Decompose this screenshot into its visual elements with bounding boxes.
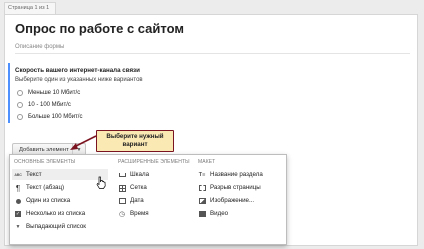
hint-callout: Выберите нужный вариант: [96, 130, 174, 152]
menu-item-label: Один из списка: [26, 197, 71, 204]
callout-arrow: [70, 135, 97, 150]
menu-item-text[interactable]: ABC Текст: [12, 169, 108, 180]
menu-item-time[interactable]: ◷ Время: [116, 208, 192, 219]
page-indicator-tab: Страница 1 из 1: [4, 2, 56, 14]
menu-item-grid[interactable]: Сетка: [116, 182, 192, 193]
text-abc-icon: ABC: [14, 173, 22, 177]
callout-line-1: Выберите нужный: [106, 133, 164, 140]
menu-item-label: Выпадающий список: [26, 223, 86, 230]
question-focus-bar: [8, 63, 10, 123]
menu-item-paragraph[interactable]: ¶ Текст (абзац): [12, 182, 108, 193]
menu-item-page-break[interactable]: Разрыв страницы: [196, 182, 284, 193]
menu-item-label: Изображение...: [210, 197, 255, 204]
divider: [15, 53, 410, 54]
menu-item-label: Дата: [130, 197, 144, 204]
form-description-field[interactable]: Описание формы: [15, 44, 64, 50]
radio-option[interactable]: Больше 100 Мбит/с: [17, 112, 82, 121]
checkbox-icon: ✓: [15, 211, 21, 217]
radio-button-icon[interactable]: [17, 101, 23, 108]
radio-button-icon[interactable]: [17, 89, 23, 96]
menu-item-dropdown[interactable]: ▼ Выпадающий список: [12, 221, 108, 232]
question-help-text: Выберите один из указанных ниже варианто…: [15, 77, 143, 83]
paragraph-icon: ¶: [15, 183, 21, 193]
menu-item-label: Текст: [26, 171, 42, 178]
form-title[interactable]: Опрос по работе с сайтом: [15, 21, 184, 36]
menu-item-section-title[interactable]: T≡ Название раздела: [196, 169, 284, 180]
page-break-icon: [198, 184, 206, 192]
radio-option[interactable]: Меньше 10 Мбит/с: [17, 88, 80, 97]
menu-item-label: Название раздела: [210, 171, 263, 178]
question-title[interactable]: Скорость вашего интернет-канала связи: [15, 67, 140, 74]
grid-icon: [118, 184, 126, 192]
hand-cursor-icon: [96, 176, 106, 189]
image-icon: [198, 197, 206, 205]
menu-item-label: Сетка: [130, 184, 147, 191]
radio-icon: [14, 197, 22, 205]
callout-line-2: вариант: [122, 141, 148, 148]
menu-item-label: Несколько из списка: [26, 210, 86, 217]
menu-item-label: Видео: [210, 210, 229, 217]
radio-option-label: 10 - 100 Мбит/с: [28, 101, 71, 108]
menu-item-video[interactable]: Видео: [196, 208, 284, 219]
video-icon: [198, 210, 206, 218]
radio-option[interactable]: 10 - 100 Мбит/с: [17, 100, 71, 109]
dropdown-icon: ▼: [15, 224, 21, 230]
radio-option-label: Меньше 10 Мбит/с: [28, 89, 81, 96]
menu-item-scale[interactable]: Шкала: [116, 169, 192, 180]
calendar-icon: [118, 197, 126, 205]
menu-item-checkbox[interactable]: ✓ Несколько из списка: [12, 208, 108, 219]
menu-item-label: Время: [130, 210, 149, 217]
menu-item-date[interactable]: Дата: [116, 195, 192, 206]
menu-item-label: Шкала: [130, 171, 150, 178]
menu-header-basic: ОСНОВНЫЕ ЭЛЕМЕНТЫ: [14, 159, 76, 165]
element-type-menu: ОСНОВНЫЕ ЭЛЕМЕНТЫ ABC Текст ¶ Текст (абз…: [9, 154, 287, 245]
clock-icon: ◷: [118, 211, 126, 218]
radio-option-label: Больше 100 Мбит/с: [28, 113, 83, 120]
menu-item-label: Текст (абзац): [26, 184, 65, 191]
scale-icon: [118, 171, 126, 179]
menu-header-layout: МАКЕТ: [198, 159, 216, 165]
menu-item-label: Разрыв страницы: [210, 184, 261, 191]
radio-button-icon[interactable]: [17, 113, 23, 120]
menu-header-advanced: РАСШИРЕННЫЕ ЭЛЕМЕНТЫ: [118, 159, 190, 165]
section-title-icon: T≡: [198, 172, 206, 178]
menu-item-radio[interactable]: Один из списка: [12, 195, 108, 206]
menu-item-image[interactable]: Изображение...: [196, 195, 284, 206]
